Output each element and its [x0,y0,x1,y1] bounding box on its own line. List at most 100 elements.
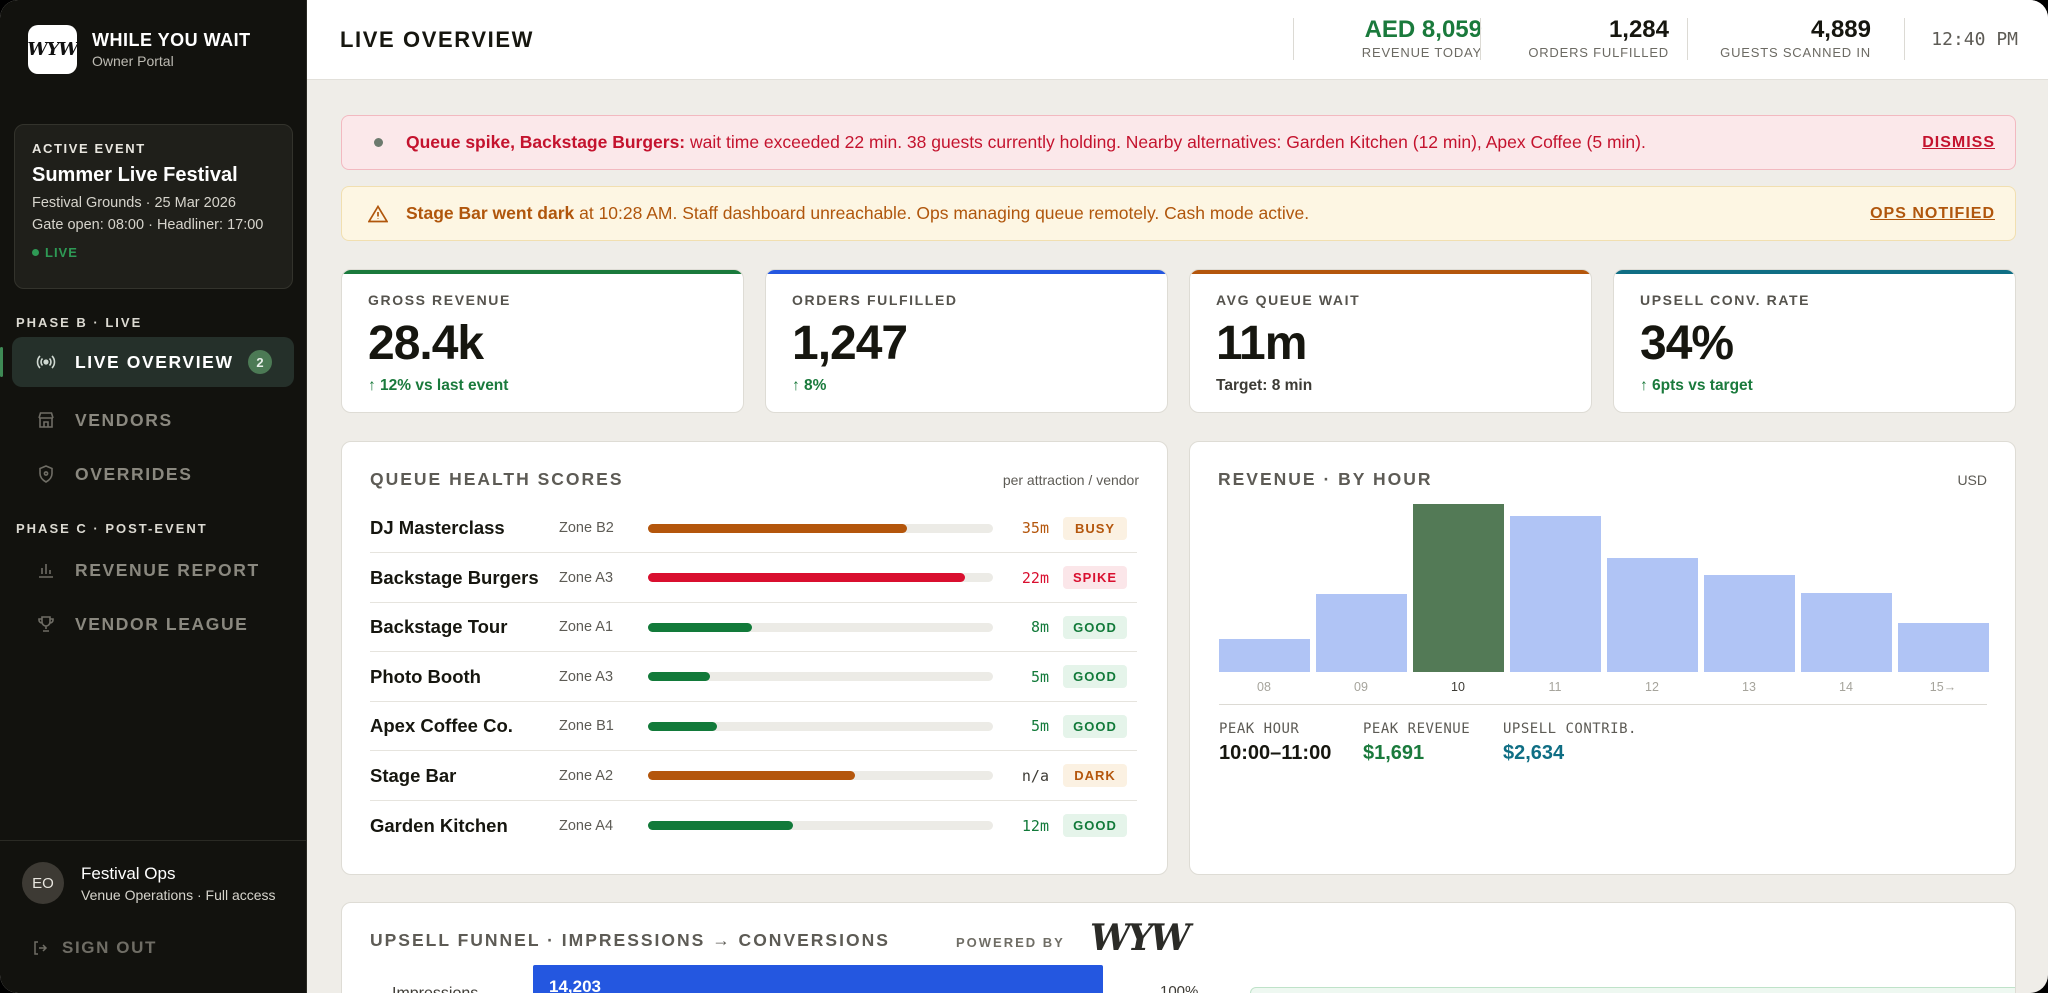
queue-bar [648,721,993,731]
nav-item-revenue-report[interactable]: REVENUE REPORT [12,545,294,595]
ops-notified-button[interactable]: OPS NOTIFIED [1870,205,1995,223]
sidebar: WYW WHILE YOU WAIT Owner Portal ACTIVE E… [0,0,307,993]
panel-title: UPSELL FUNNEL · IMPRESSIONS → CONVERSION… [370,930,890,950]
revenue-upsell-contrib: UPSELL CONTRIB. $2,634 [1503,721,1637,765]
status-badge: SPIKE [1063,566,1127,589]
queue-bar [648,573,993,582]
queue-row[interactable]: Photo Booth Zone A3 5m GOOD [370,653,1137,702]
warning-icon [368,204,388,223]
vendor-name: Photo Booth [370,665,481,687]
wait-time: 8m [1030,618,1049,636]
queue-row[interactable]: DJ Masterclass Zone B2 35m BUSY [370,504,1137,553]
nav-item-overrides[interactable]: OVERRIDES [12,449,294,499]
brand-subtitle: Owner Portal [92,53,174,69]
revenue-bar[interactable] [1801,593,1892,672]
queue-bar-fill [648,821,793,830]
nav-item-live-overview[interactable]: LIVE OVERVIEW 2 [0,337,294,387]
stat-value: 4,889 [1810,16,1871,43]
nav-section-phase-c: PHASE C · POST-EVENT [16,521,208,536]
revenue-bar[interactable] [1898,623,1989,672]
powered-by-label: POWERED BY [956,935,1065,950]
sign-out-icon [32,940,48,956]
divider [1904,18,1905,60]
kpi-label: GROSS REVENUE [368,292,511,308]
revenue-peak-hour: PEAK HOUR 10:00–11:00 [1219,721,1331,765]
wait-time: 35m [1021,519,1049,537]
x-tick-label: 14 [1839,680,1853,694]
alert-text: wait time exceeded 22 min. 38 guests cur… [685,132,1646,152]
chart-baseline [1219,704,1987,705]
nav-badge: 2 [248,350,272,374]
dismiss-button[interactable]: DISMISS [1922,134,1995,152]
event-live-indicator: LIVE [32,245,275,260]
nav-label: REVENUE REPORT [75,559,260,580]
stat-value: 10:00–11:00 [1219,742,1332,764]
kpi-delta: ↑ 12% vs last event [368,377,509,394]
vendor-zone: Zone B1 [559,718,614,734]
queue-row[interactable]: Backstage Burgers Zone A3 22m SPIKE [370,554,1137,603]
kpi-value: 11m [1216,317,1307,370]
wait-time: 5m [1030,667,1049,686]
kpi-value: 1,247 [792,317,908,370]
queue-bar [648,771,993,780]
wait-time: n/a [1021,766,1049,785]
kpi-avg-queue-wait: AVG QUEUE WAIT 11m Target: 8 min [1189,269,1592,413]
vendor-zone: Zone A2 [559,767,614,784]
queue-row[interactable]: Stage Bar Zone A2 n/a DARK [370,752,1137,801]
status-badge: GOOD [1063,814,1127,837]
nav-item-vendors[interactable]: VENDORS [12,395,294,445]
revenue-bar[interactable] [1607,558,1698,672]
revenue-bar[interactable] [1510,516,1601,672]
stat-label: REVENUE TODAY [1361,45,1482,60]
queue-bar [648,622,993,632]
funnel-row-percent: 100% [1160,983,1199,993]
sign-out-button[interactable]: SIGN OUT [32,938,157,958]
active-event-card[interactable]: ACTIVE EVENT Summer Live Festival Festiv… [14,124,293,289]
queue-bar-fill [648,721,717,731]
stat-guests-scanned: 4,889 GUESTS SCANNED IN [1720,16,1871,60]
app-window: WYW WHILE YOU WAIT Owner Portal ACTIVE E… [0,0,2048,993]
kpi-label: ORDERS FULFILLED [792,292,958,308]
user-name: Festival Ops [81,863,176,883]
queue-bar-fill [648,771,855,780]
nav-label: VENDORS [75,409,173,430]
queue-row[interactable]: Apex Coffee Co. Zone B1 5m GOOD [370,702,1137,751]
user-role: Venue Operations · Full access [81,886,276,903]
queue-health-panel: QUEUE HEALTH SCORES per attraction / ven… [341,441,1168,875]
nav-label: VENDOR LEAGUE [75,613,249,634]
stat-label: GUESTS SCANNED IN [1720,45,1871,60]
stat-value: AED 8,059 [1364,16,1482,43]
status-badge: GOOD [1063,665,1127,688]
nav-item-vendor-league[interactable]: VENDOR LEAGUE [12,599,294,649]
status-dot-icon [368,138,388,147]
revenue-bar[interactable] [1413,504,1504,672]
event-venue-date: Festival Grounds · 25 Mar 2026 [32,195,236,211]
vendor-zone: Zone A1 [559,619,614,635]
queue-row[interactable]: Garden Kitchen Zone A4 12m GOOD [370,801,1137,850]
avatar: EO [22,862,64,904]
user-profile[interactable]: EO Festival Ops Venue Operations · Full … [22,862,276,904]
queue-bar-fill [648,672,711,681]
queue-row[interactable]: Backstage Tour Zone A1 8m GOOD [370,603,1137,652]
stage-dark-alert: Stage Bar went dark at 10:28 AM. Staff d… [341,186,2016,241]
status-badge: GOOD [1063,615,1127,639]
divider [1687,18,1688,60]
revenue-bar[interactable] [1316,594,1407,672]
brand[interactable]: WYW WHILE YOU WAIT Owner Portal [27,25,251,74]
vendor-zone: Zone B2 [559,520,614,536]
queue-bar-fill [648,523,907,533]
stat-label: UPSELL CONTRIB. [1503,721,1637,737]
revenue-bar[interactable] [1704,575,1795,672]
queue-bar [648,672,993,681]
wait-time: 5m [1030,717,1049,735]
nav-label: LIVE OVERVIEW [75,351,234,372]
x-tick-label: 13 [1742,680,1756,694]
page-title: LIVE OVERVIEW [340,27,534,52]
revenue-bar[interactable] [1219,639,1310,672]
wait-time: 12m [1021,816,1049,835]
stat-label: PEAK REVENUE [1363,721,1471,737]
status-badge: GOOD [1063,714,1127,738]
kpi-label: UPSELL CONV. RATE [1640,292,1811,308]
kpi-orders-fulfilled: ORDERS FULFILLED 1,247 ↑ 8% [765,269,1168,413]
kpi-label: AVG QUEUE WAIT [1216,292,1361,308]
